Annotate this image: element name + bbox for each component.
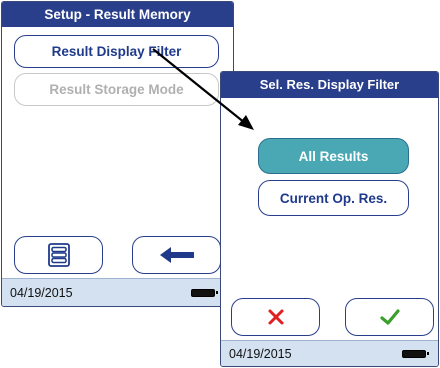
date-display: 04/19/2015	[229, 346, 292, 361]
current-op-results-option[interactable]: Current Op. Res.	[258, 180, 409, 216]
cancel-button[interactable]	[231, 298, 320, 336]
back-arrow-icon	[159, 247, 194, 263]
screen-title: Sel. Res. Display Filter	[221, 72, 438, 98]
date-display: 04/19/2015	[10, 285, 73, 300]
battery-icon	[402, 349, 429, 358]
result-storage-mode-label: Result Storage Mode	[49, 82, 184, 97]
status-bar: 04/19/2015	[2, 278, 233, 306]
current-op-results-label: Current Op. Res.	[279, 190, 388, 206]
select-result-display-filter-screen: Sel. Res. Display Filter All Results Cur…	[220, 71, 439, 367]
list-menu-icon	[47, 243, 70, 267]
result-storage-mode-button[interactable]: Result Storage Mode	[14, 73, 219, 106]
cancel-x-icon	[268, 309, 283, 325]
all-results-option[interactable]: All Results	[258, 138, 409, 174]
menu-button[interactable]	[14, 236, 103, 274]
setup-result-memory-screen: Setup - Result Memory Result Display Fil…	[1, 1, 234, 307]
result-display-filter-button[interactable]: Result Display Filter	[14, 35, 219, 68]
back-button[interactable]	[132, 236, 221, 274]
confirm-button[interactable]	[345, 298, 434, 336]
screen-title: Setup - Result Memory	[2, 2, 233, 27]
status-bar: 04/19/2015	[221, 340, 438, 366]
result-display-filter-label: Result Display Filter	[51, 44, 182, 59]
battery-icon	[191, 288, 218, 297]
checkmark-icon	[379, 309, 400, 325]
all-results-label: All Results	[298, 148, 369, 164]
